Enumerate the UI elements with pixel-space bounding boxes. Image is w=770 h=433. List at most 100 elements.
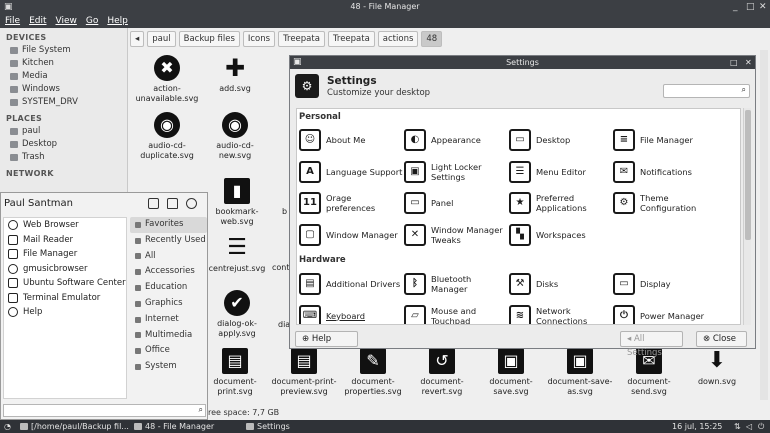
- breadcrumb-48[interactable]: 48: [421, 31, 443, 47]
- app-mail-reader[interactable]: Mail Reader: [4, 233, 126, 248]
- app-gmusicbrowser[interactable]: gmusicbrowser: [4, 262, 126, 277]
- category-graphics[interactable]: Graphics: [130, 296, 207, 312]
- all-settings-button[interactable]: ◂ All Settings: [620, 331, 683, 358]
- maximize-icon[interactable]: □: [730, 56, 738, 69]
- category-multimedia[interactable]: Multimedia: [130, 328, 207, 344]
- sidebar-item-paul[interactable]: paul: [0, 125, 127, 138]
- sidebar-item-desktop[interactable]: Desktop: [0, 138, 127, 151]
- settings-item-display[interactable]: ▭ Display: [613, 269, 717, 299]
- category-recently-used[interactable]: Recently Used: [130, 233, 207, 249]
- sidebar-item-trash[interactable]: Trash: [0, 151, 127, 164]
- close-button[interactable]: ⊗ Close: [696, 331, 747, 347]
- file-item[interactable]: ↺ document- revert.svg: [407, 348, 477, 397]
- taskbar-item-settings[interactable]: Settings: [246, 420, 290, 433]
- lock-screen-icon[interactable]: [167, 198, 178, 209]
- settings-item-theme-configuration[interactable]: ⚙ Theme Configuration: [613, 188, 717, 218]
- power-icon[interactable]: ⏻: [758, 420, 764, 433]
- settings-item-window-manager-tweaks[interactable]: ✕ Window Manager Tweaks: [404, 220, 508, 250]
- close-icon[interactable]: ✕: [759, 0, 767, 14]
- settings-search-input[interactable]: ⌕: [663, 84, 750, 98]
- app-web-browser[interactable]: Web Browser: [4, 218, 126, 233]
- settings-item-mouse-and-touchpad[interactable]: ▱ Mouse and Touchpad: [404, 301, 508, 324]
- file-item[interactable]: ☰ centrejust.svg: [202, 235, 272, 274]
- app-file-manager[interactable]: File Manager: [4, 247, 126, 262]
- settings-item-orage-preferences[interactable]: 11 Orage preferences: [299, 188, 403, 218]
- menu-help[interactable]: Help: [107, 14, 128, 28]
- category-all[interactable]: All: [130, 249, 207, 265]
- menu-file[interactable]: File: [5, 14, 20, 28]
- app-ubuntu-software-center[interactable]: Ubuntu Software Center: [4, 276, 126, 291]
- file-item[interactable]: ✎ document- properties.svg: [338, 348, 408, 397]
- settings-item-menu-editor[interactable]: ☰ Menu Editor: [509, 157, 613, 187]
- file-item[interactable]: ◉ audio-cd- duplicate.svg: [132, 112, 202, 161]
- file-item[interactable]: ▤ document-print- preview.svg: [269, 348, 339, 397]
- settings-item-preferred-applications[interactable]: ★ Preferred Applications: [509, 188, 613, 218]
- settings-item-appearance[interactable]: ◐ Appearance: [404, 125, 508, 155]
- close-icon[interactable]: ✕: [745, 56, 752, 69]
- menu-go[interactable]: Go: [86, 14, 98, 28]
- maximize-icon[interactable]: □: [746, 0, 755, 14]
- file-item[interactable]: ✔ dialog-ok- apply.svg: [202, 290, 272, 339]
- file-item[interactable]: ▮ bookmark- web.svg: [202, 178, 272, 227]
- settings-item-about-me[interactable]: ☺ About Me: [299, 125, 403, 155]
- settings-scrollbar[interactable]: [743, 108, 751, 325]
- settings-manager-icon[interactable]: [148, 198, 159, 209]
- category-system[interactable]: System: [130, 359, 207, 375]
- sidebar-item-windows[interactable]: Windows: [0, 83, 127, 96]
- file-item[interactable]: ▤ document- print.svg: [200, 348, 270, 397]
- file-item[interactable]: ▣ document-save- as.svg: [545, 348, 615, 397]
- category-favorites[interactable]: Favorites: [130, 217, 207, 233]
- category-education[interactable]: Education: [130, 280, 207, 296]
- app-terminal-emulator[interactable]: Terminal Emulator: [4, 291, 126, 306]
- fm-scrollbar[interactable]: [760, 50, 768, 400]
- settings-item-bluetooth-manager[interactable]: ᛒ Bluetooth Manager: [404, 269, 508, 299]
- breadcrumb-backup-files[interactable]: Backup files: [178, 31, 240, 47]
- file-item[interactable]: ✖ action- unavailable.svg: [132, 55, 202, 104]
- settings-item-window-manager[interactable]: ▢ Window Manager: [299, 220, 403, 250]
- file-item[interactable]: ⬇ down.svg: [682, 348, 752, 387]
- sidebar-item-media[interactable]: Media: [0, 70, 127, 83]
- breadcrumb-actions[interactable]: actions: [377, 31, 419, 47]
- category-office[interactable]: Office: [130, 343, 207, 359]
- taskbar-item-file-manager[interactable]: 48 - File Manager: [134, 420, 214, 433]
- taskbar-item-terminal[interactable]: [/home/paul/Backup fil...: [20, 420, 129, 433]
- settings-item-workspaces[interactable]: ▚ Workspaces: [509, 220, 613, 250]
- menu-search-input[interactable]: ⌕: [3, 404, 206, 417]
- breadcrumb-paul[interactable]: paul: [147, 31, 176, 47]
- category-internet[interactable]: Internet: [130, 312, 207, 328]
- file-item[interactable]: ▣ document- save.svg: [476, 348, 546, 397]
- scrollbar-thumb[interactable]: [745, 110, 751, 240]
- breadcrumb-back-button[interactable]: ◂: [130, 31, 145, 47]
- sidebar-item-system-drv[interactable]: SYSTEM_DRV: [0, 96, 127, 109]
- menu-edit[interactable]: Edit: [29, 14, 46, 28]
- start-menu-icon[interactable]: ◔: [4, 420, 11, 433]
- breadcrumb-icons[interactable]: Icons: [242, 31, 276, 47]
- category-accessories[interactable]: Accessories: [130, 264, 207, 280]
- window-menu-icon[interactable]: ▣: [293, 56, 302, 69]
- settings-item-additional-drivers[interactable]: ▤ Additional Drivers: [299, 269, 403, 299]
- settings-item-keyboard[interactable]: ⌨ Keyboard: [299, 301, 403, 324]
- settings-item-panel[interactable]: ▭ Panel: [404, 188, 508, 218]
- settings-item-language-support[interactable]: A Language Support: [299, 157, 403, 187]
- file-item[interactable]: ◉ audio-cd- new.svg: [200, 112, 270, 161]
- logout-icon[interactable]: [186, 198, 197, 209]
- network-icon[interactable]: ⇅: [734, 420, 741, 433]
- minimize-icon[interactable]: _: [733, 0, 738, 14]
- help-button[interactable]: ⊕ Help: [295, 331, 358, 347]
- window-menu-icon[interactable]: ▣: [4, 0, 13, 14]
- settings-item-power-manager[interactable]: ⏻ Power Manager: [613, 301, 717, 324]
- settings-item-light-locker-settings[interactable]: ▣ Light Locker Settings: [404, 157, 508, 187]
- volume-icon[interactable]: ◁: [746, 420, 752, 433]
- app-help[interactable]: Help: [4, 305, 126, 320]
- file-item[interactable]: ✚ add.svg: [200, 55, 270, 94]
- breadcrumb-treepata-2[interactable]: Treepata: [327, 31, 375, 47]
- settings-item-network-connections[interactable]: ≋ Network Connections: [509, 301, 613, 324]
- sidebar-item-kitchen[interactable]: Kitchen: [0, 57, 127, 70]
- menu-view[interactable]: View: [56, 14, 77, 28]
- settings-item-disks[interactable]: ⚒ Disks: [509, 269, 613, 299]
- breadcrumb-treepata-1[interactable]: Treepata: [278, 31, 325, 47]
- settings-item-notifications[interactable]: ✉ Notifications: [613, 157, 717, 187]
- settings-item-file-manager[interactable]: ≡ File Manager: [613, 125, 717, 155]
- sidebar-item-file-system[interactable]: File System: [0, 44, 127, 57]
- settings-item-desktop[interactable]: ▭ Desktop: [509, 125, 613, 155]
